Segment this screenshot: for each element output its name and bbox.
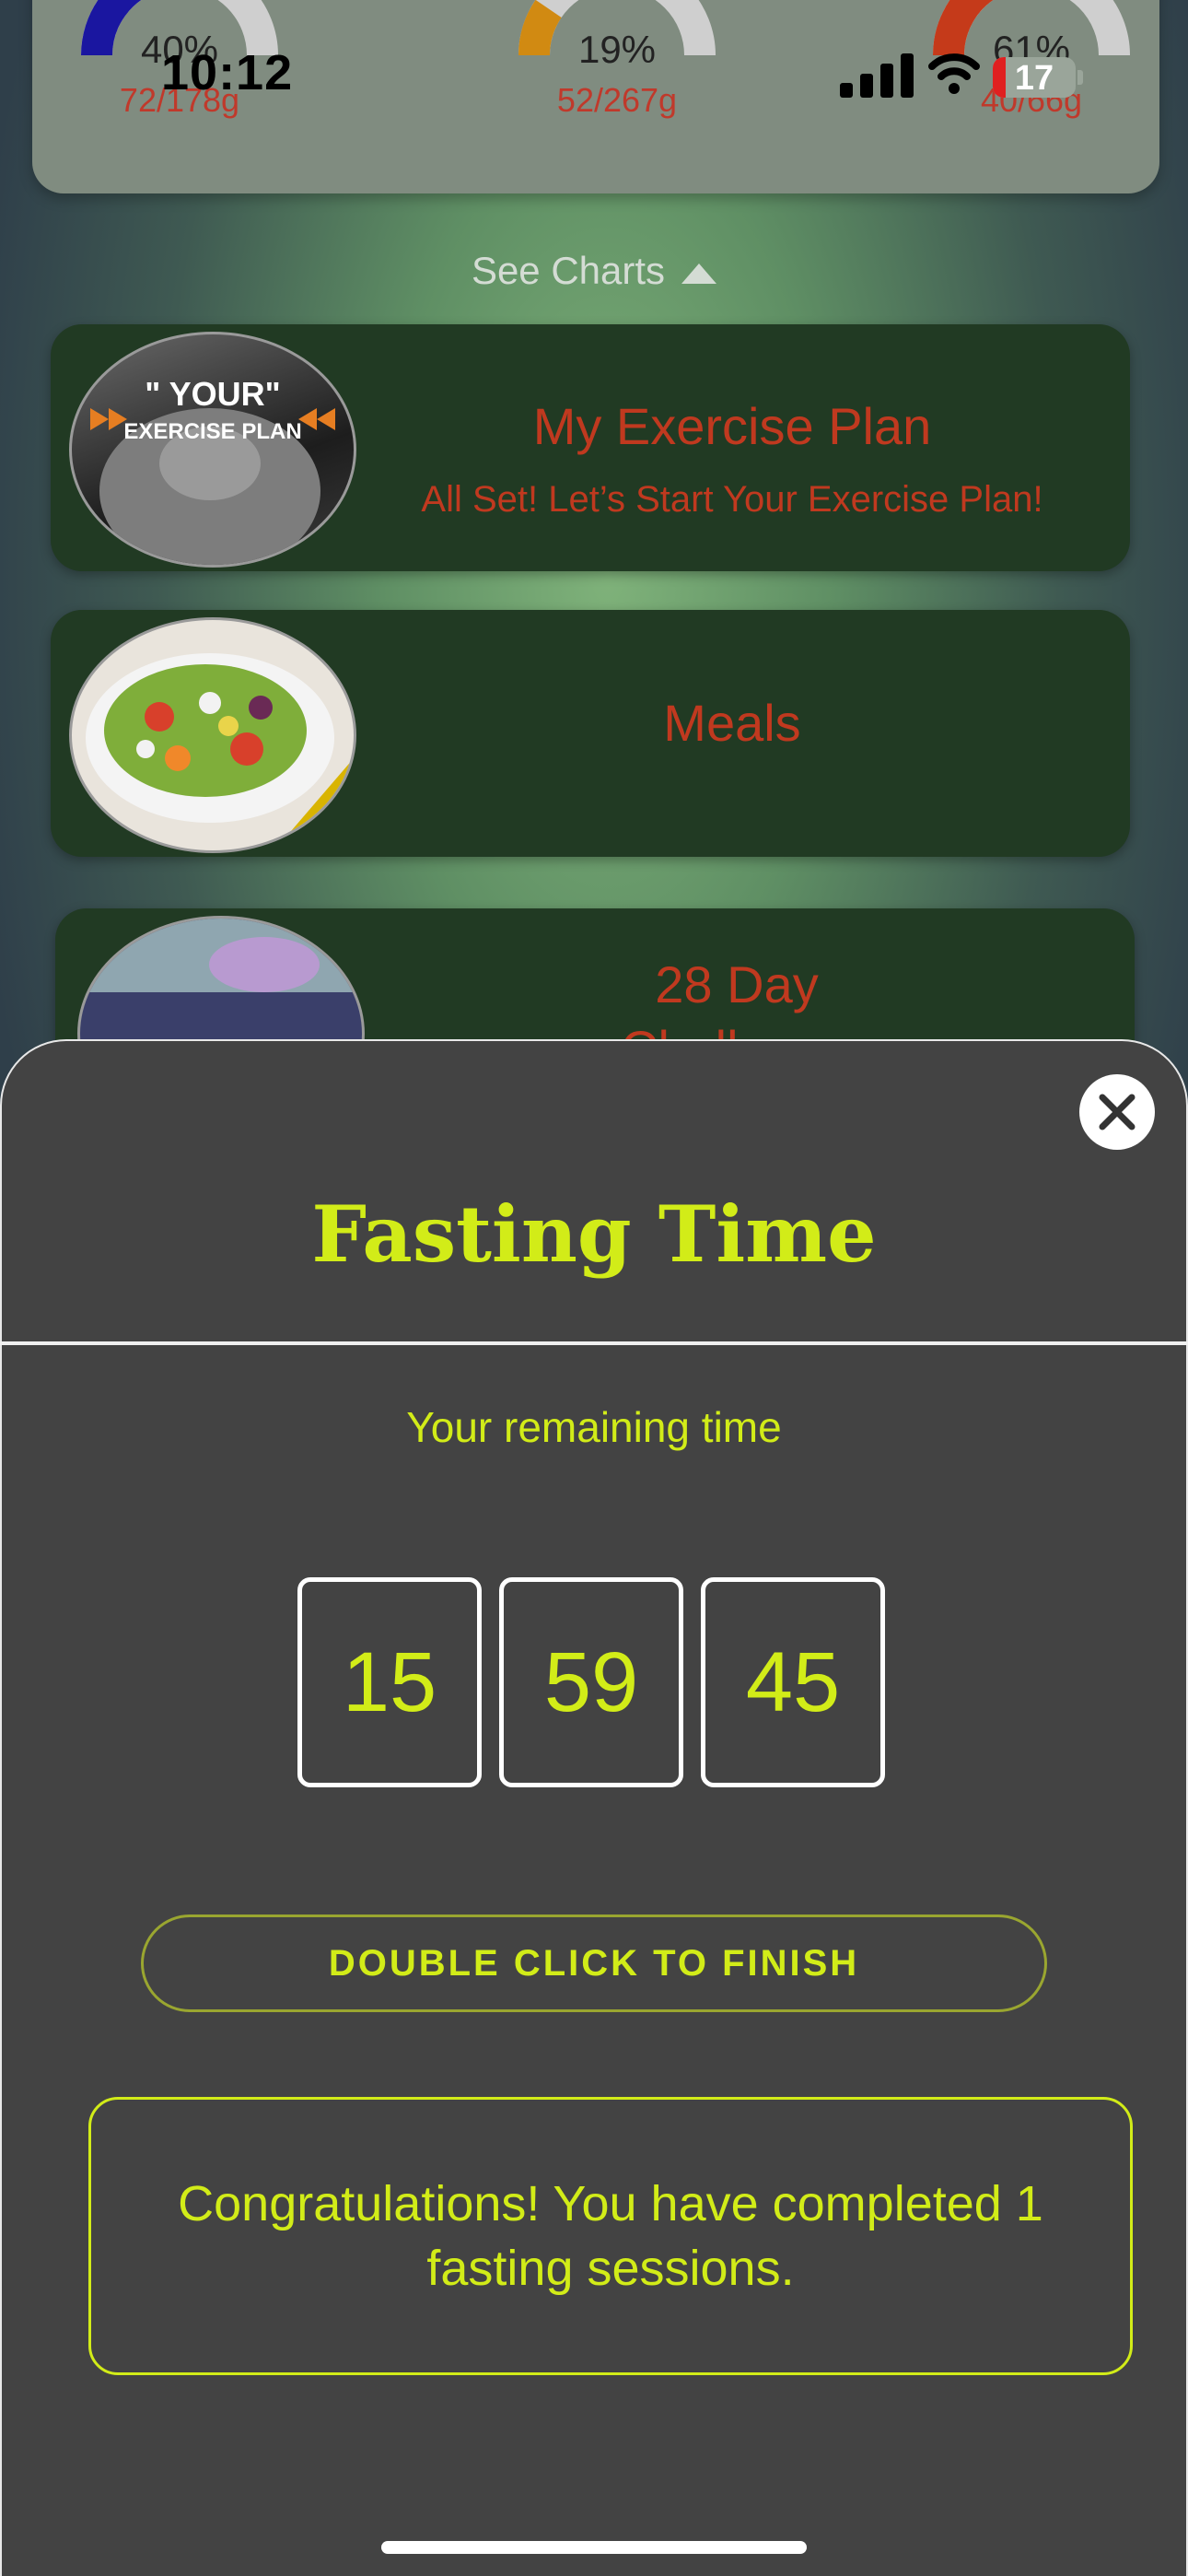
wifi-icon	[928, 53, 980, 94]
status-time: 10:12	[161, 45, 294, 100]
exercise-plan-image-graphic	[90, 408, 335, 565]
macro-amount: 52/267g	[556, 81, 678, 119]
congrats-message: Congratulations! You have completed 1 fa…	[178, 2176, 1043, 2296]
macro-protein: 19% 52/267g	[497, 0, 737, 166]
meals-tile[interactable]: Meals	[51, 610, 1130, 857]
remaining-time-label: Your remaining time	[406, 1403, 782, 1451]
tile-title: My Exercise Plan	[532, 397, 932, 455]
salad-image-graphic	[86, 653, 354, 850]
exercise-plan-image-text: " YOUR"	[145, 375, 281, 413]
minutes-box: 59	[499, 1577, 683, 1787]
congrats-message-box: Congratulations! You have completed 1 fa…	[88, 2097, 1133, 2375]
chevron-up-icon	[681, 263, 717, 284]
meals-image	[69, 617, 356, 853]
close-button[interactable]	[1079, 1074, 1155, 1150]
hours-box: 15	[297, 1577, 482, 1787]
exercise-plan-image: " YOUR" EXERCISE PLAN	[69, 332, 356, 568]
home-indicator[interactable]	[381, 2541, 807, 2554]
macro-percent: 19%	[577, 28, 657, 71]
signal-icon	[840, 52, 919, 98]
battery-icon: 17	[993, 57, 1076, 98]
tile-subtitle: All Set! Let’s Start Your Exercise Plan!	[421, 479, 1043, 520]
close-icon	[1099, 1094, 1136, 1130]
tile-title: Meals	[663, 694, 801, 752]
exercise-plan-tile[interactable]: " YOUR" EXERCISE PLAN My Exercise Plan A…	[51, 324, 1130, 571]
see-charts-toggle[interactable]: See Charts	[0, 249, 1188, 293]
seconds-box: 45	[701, 1577, 885, 1787]
battery-cap	[1077, 70, 1083, 85]
tile-title: 28 Day	[655, 955, 819, 1013]
sheet-title: Fasting Time	[311, 1188, 877, 1280]
finish-button[interactable]: DOUBLE CLICK TO FINISH	[141, 1914, 1047, 2012]
exercise-plan-image-text: EXERCISE PLAN	[123, 419, 302, 444]
divider	[0, 1341, 1188, 1345]
see-charts-label: See Charts	[471, 249, 666, 292]
battery-level: 17	[1014, 59, 1054, 98]
